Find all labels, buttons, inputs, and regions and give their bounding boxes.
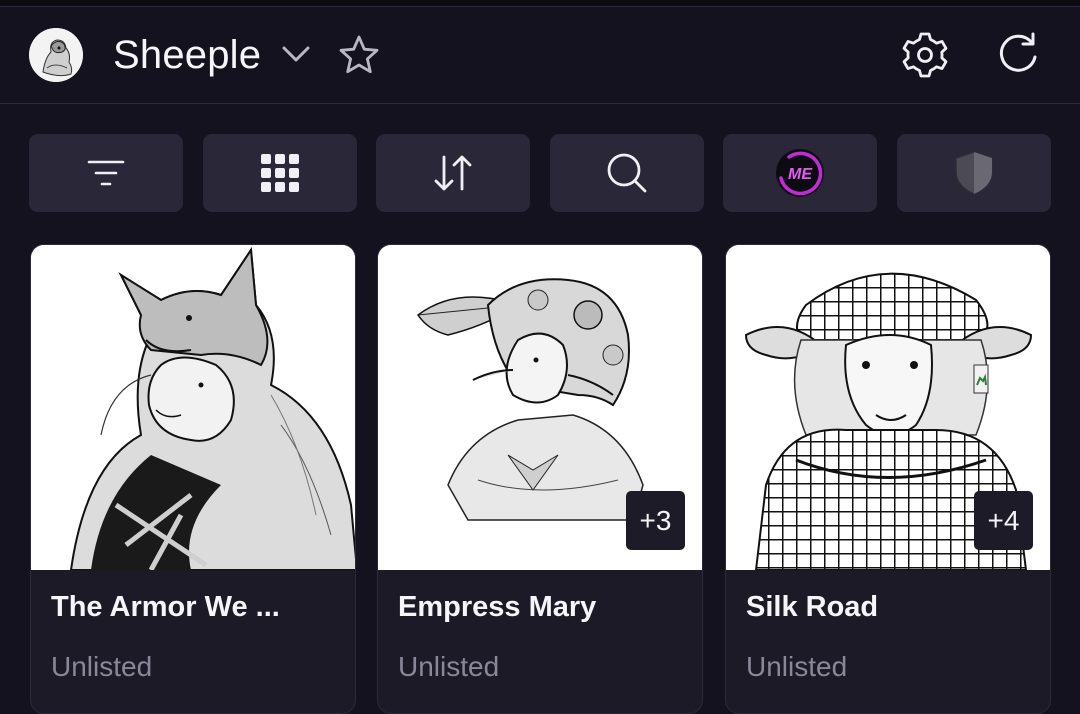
magic-eden-logo-icon: ME — [776, 149, 824, 197]
nft-image[interactable]: +4 — [726, 245, 1050, 570]
nft-name: Silk Road — [746, 591, 879, 623]
toolbar: ME — [0, 134, 1080, 212]
star-icon[interactable] — [338, 34, 380, 76]
filter-icon — [87, 160, 125, 186]
collection-header: Sheeple — [0, 8, 1080, 104]
chevron-down-icon[interactable] — [280, 38, 312, 70]
nft-image[interactable] — [31, 245, 355, 570]
grid-icon — [261, 154, 299, 192]
collection-title[interactable]: Sheeple — [113, 30, 261, 80]
shield-button[interactable] — [897, 134, 1051, 212]
extra-items-badge: +3 — [626, 491, 685, 550]
svg-text:ME: ME — [788, 166, 813, 183]
search-button[interactable] — [550, 134, 704, 212]
shield-icon — [955, 151, 993, 195]
nft-status: Unlisted — [746, 651, 848, 682]
nft-name: Empress Mary — [398, 591, 597, 623]
sort-arrows-icon — [434, 155, 472, 191]
nft-status: Unlisted — [398, 651, 500, 682]
sort-button[interactable] — [376, 134, 530, 212]
grid-view-button[interactable] — [203, 134, 357, 212]
refresh-icon[interactable] — [994, 31, 1042, 79]
nft-card[interactable]: +4 Silk Road Unlisted — [725, 244, 1051, 714]
magic-eden-button[interactable]: ME — [723, 134, 877, 212]
search-icon — [607, 153, 647, 193]
nft-name: The Armor We ... — [51, 591, 280, 623]
nft-card[interactable]: The Armor We ... Unlisted — [30, 244, 356, 714]
extra-items-badge: +4 — [974, 491, 1033, 550]
nft-status: Unlisted — [51, 651, 153, 682]
filter-button[interactable] — [29, 134, 183, 212]
top-border — [0, 0, 1080, 7]
nft-image[interactable]: +3 — [378, 245, 702, 570]
nft-card[interactable]: +3 Empress Mary Unlisted — [377, 244, 703, 714]
gear-icon[interactable] — [900, 30, 950, 80]
collection-avatar[interactable] — [29, 28, 83, 82]
